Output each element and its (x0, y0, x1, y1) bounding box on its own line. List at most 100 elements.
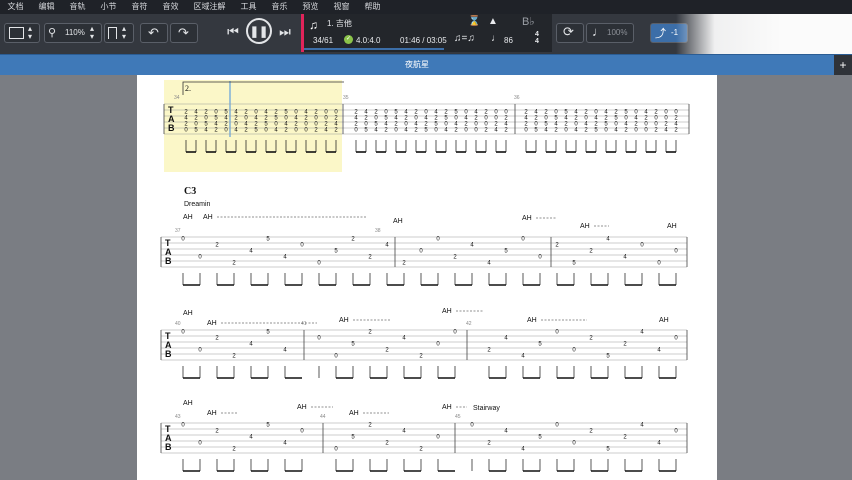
triplet-feel-icon: ♫=♫ (454, 33, 475, 44)
fret-number: 0 (640, 243, 644, 249)
fret-number: 0 (564, 128, 568, 134)
measure-number: 37 (175, 228, 181, 234)
text-annotation: Stairway (473, 405, 500, 412)
tempo-value: 86 (504, 36, 513, 45)
tab-clef-letter: B (168, 123, 175, 133)
fret-number: 0 (474, 128, 478, 134)
menu-item[interactable]: 区域注解 (186, 0, 233, 14)
fret-number: 0 (555, 423, 559, 429)
next-button[interactable]: ⏭ (276, 22, 294, 42)
fret-number: 2 (368, 423, 372, 429)
menu-item[interactable]: 帮助 (357, 0, 388, 14)
fret-number: 2 (368, 255, 372, 261)
fret-number: 2 (555, 243, 559, 249)
measure-number: 40 (175, 321, 181, 327)
fret-number: 2 (484, 128, 488, 134)
fret-number: 0 (555, 330, 559, 336)
fret-number: 0 (436, 435, 440, 441)
fret-number: 0 (470, 423, 474, 429)
section-marker: C3 (184, 186, 196, 197)
fret-number: 0 (181, 237, 185, 243)
menu-item[interactable]: 工具 (233, 0, 264, 14)
fret-number: 0 (354, 128, 358, 134)
menu-item[interactable]: 音乐 (264, 0, 295, 14)
fret-number: 5 (606, 447, 610, 453)
hourglass-icon: ⌛ (468, 16, 481, 27)
redo-button[interactable]: ↷ (170, 23, 198, 43)
fret-number: 4 (385, 243, 389, 249)
fret-number: 0 (394, 128, 398, 134)
skip-forward-icon: ⏭ (279, 24, 291, 39)
fret-number: 2 (584, 128, 588, 134)
fret-number: 2 (453, 255, 457, 261)
undo-button[interactable]: ↶ (140, 23, 168, 43)
fret-number: 2 (402, 261, 406, 267)
zoom-control[interactable]: ⚲ 110% ▴ ▾ (44, 23, 102, 43)
tablature-score[interactable]: 2.TAB34 35 3624204205205405425420420420420… (137, 75, 717, 480)
page-view-button[interactable]: ▴ ▾ (4, 23, 40, 43)
section-subtitle: Dreamin (184, 201, 211, 208)
tab-clef-letter: B (165, 442, 172, 452)
fret-number: 0 (181, 423, 185, 429)
fret-number: 2 (215, 243, 219, 249)
fret-number: 2 (414, 128, 418, 134)
ah-label: AH (393, 218, 403, 225)
fret-number: 0 (521, 237, 525, 243)
fret-number: 0 (334, 447, 338, 453)
menu-item[interactable]: 预览 (295, 0, 326, 14)
fret-number: 0 (436, 342, 440, 348)
ah-label: AH (442, 308, 452, 315)
fret-number: 5 (504, 249, 508, 255)
document-title[interactable]: 夜航星 (0, 59, 834, 70)
speed-value: 100% (607, 28, 628, 37)
tab-clef-letter: B (165, 349, 172, 359)
fret-number: 0 (538, 255, 542, 261)
bar-position: 34/61 (313, 36, 334, 45)
fret-number: 0 (657, 261, 661, 267)
menu-item[interactable]: 小节 (93, 0, 124, 14)
fret-number: 2 (385, 441, 389, 447)
fret-number: 5 (351, 342, 355, 348)
fret-number: 0 (198, 348, 202, 354)
fret-number: 4 (606, 237, 610, 243)
layout-button[interactable]: ▴ ▾ (104, 23, 134, 43)
menu-item[interactable]: 视窗 (326, 0, 357, 14)
menu-item[interactable]: 文档 (0, 0, 31, 14)
fret-number: 0 (644, 128, 648, 134)
previous-button[interactable]: ⏮ (224, 22, 242, 42)
metronome-speed[interactable]: ♩ 100% (586, 23, 634, 43)
guitar-icon: ⤴ (655, 28, 666, 40)
menu-item[interactable]: 音轨 (62, 0, 93, 14)
fret-number: 2 (674, 128, 678, 134)
fret-number: 0 (419, 249, 423, 255)
menu-bar: 文档 编辑 音轨 小节 音符 音效 区域注解 工具 音乐 预览 视窗 帮助 (0, 0, 852, 14)
fret-number: 4 (402, 429, 406, 435)
chevron-updown-icon: ▴ ▾ (90, 24, 95, 41)
play-pause-button[interactable]: ❚❚ (246, 18, 272, 44)
fret-number: 0 (674, 336, 678, 342)
fret-number: 2 (654, 128, 658, 134)
fret-number: 0 (674, 429, 678, 435)
fret-number: 4 (521, 354, 525, 360)
fret-number: 2 (419, 447, 423, 453)
measure-number: 35 (343, 95, 349, 101)
fret-number: 0 (434, 128, 438, 134)
loop-button[interactable]: ⟳ (556, 23, 584, 43)
fret-number: 2 (232, 354, 236, 360)
menu-item[interactable]: 音符 (124, 0, 155, 14)
metronome-icon: ▲ (488, 16, 498, 27)
fret-number: 5 (534, 128, 538, 134)
fret-number: 5 (424, 128, 428, 134)
track-name: 1. 吉他 (327, 19, 352, 28)
menu-item[interactable]: 音效 (155, 0, 186, 14)
fret-number: 4 (657, 348, 661, 354)
menu-item[interactable]: 编辑 (31, 0, 62, 14)
document-tab-bar: 夜航星 + (0, 54, 852, 75)
progress-bar (304, 48, 444, 50)
fret-number: 0 (453, 330, 457, 336)
fret-number: 0 (572, 441, 576, 447)
fret-number: 2 (384, 128, 388, 134)
add-tab-button[interactable]: + (834, 55, 852, 75)
fret-number: 0 (604, 128, 608, 134)
zoom-value: 110% (65, 28, 85, 37)
